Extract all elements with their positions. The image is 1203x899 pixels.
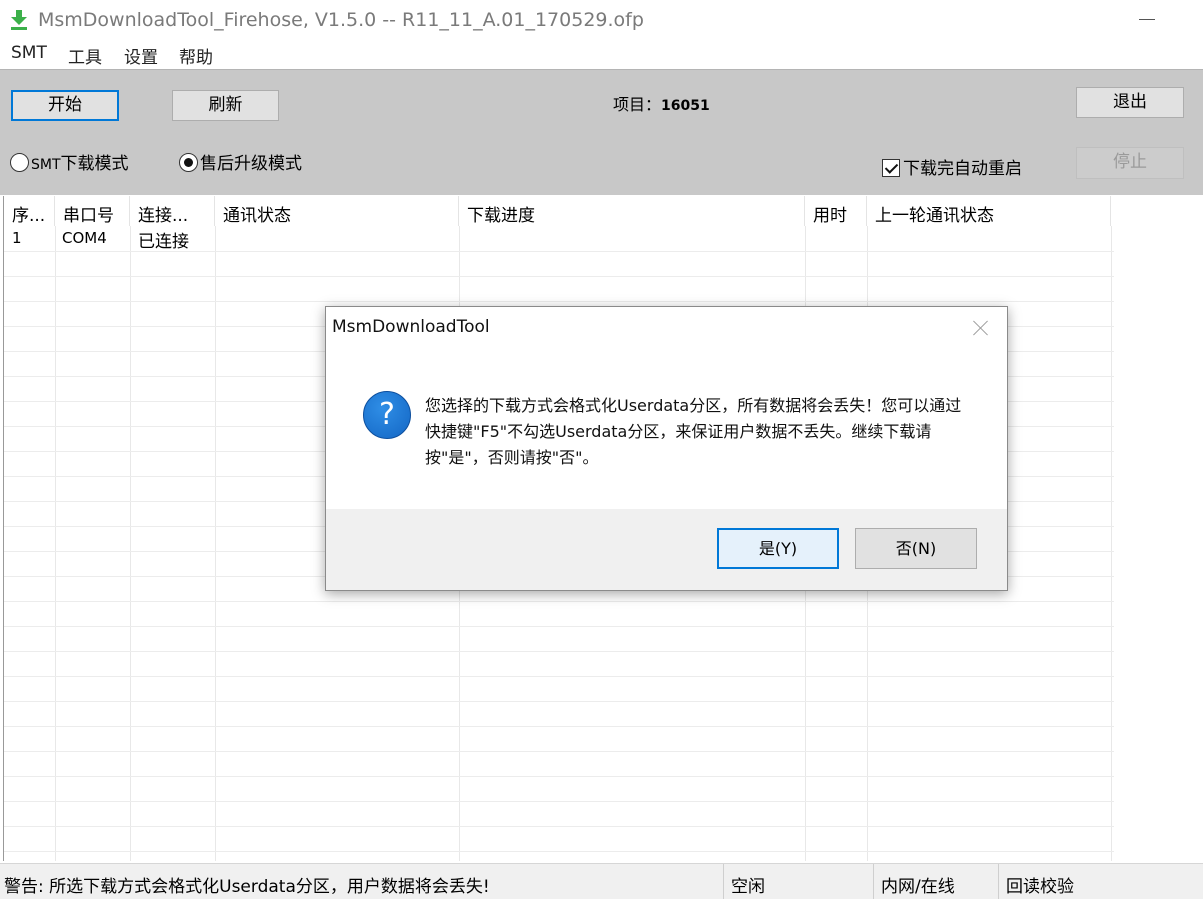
menu-smt[interactable]: SMT (11, 43, 47, 63)
project-info: 项目：16051 (613, 91, 710, 115)
grid-row-line (4, 701, 1114, 702)
status-state: 空闲 (724, 864, 874, 899)
menu-settings[interactable]: 设置 (124, 43, 158, 68)
radio-checked-icon[interactable] (179, 153, 198, 172)
dialog-footer: 是(Y) 否(N) (326, 509, 1007, 590)
grid-row-line (4, 801, 1114, 802)
grid-divider (1111, 226, 1112, 861)
mode-aftersales-label: 售后升级模式 (200, 154, 302, 174)
grid-row-line (4, 676, 1114, 677)
column-header-index[interactable]: 序... (4, 196, 55, 226)
grid-row-line (4, 851, 1114, 852)
title-bar: MsmDownloadTool_Firehose, V1.5.0 -- R11_… (0, 0, 1203, 40)
download-arrow-icon (11, 10, 27, 30)
dialog-title: MsmDownloadTool (332, 317, 490, 337)
grid-divider (55, 226, 56, 861)
column-header-connection[interactable]: 连接... (130, 196, 215, 226)
auto-restart-checkbox[interactable]: 下载完自动重启 (882, 154, 1022, 179)
no-button[interactable]: 否(N) (855, 528, 977, 569)
row-connection: 已连接 (138, 232, 189, 252)
grid-row-line (4, 776, 1114, 777)
auto-restart-label: 下载完自动重启 (903, 159, 1022, 179)
grid-row-line (4, 726, 1114, 727)
question-icon: ? (363, 391, 411, 439)
project-label: 项目： (613, 95, 662, 114)
window-title: MsmDownloadTool_Firehose, V1.5.0 -- R11_… (38, 9, 644, 31)
grid-row-line (4, 276, 1114, 277)
column-header-port[interactable]: 串口号 (55, 196, 130, 226)
stop-button[interactable]: 停止 (1076, 147, 1184, 179)
project-value: 16051 (661, 98, 710, 114)
grid-row-line (4, 301, 1114, 302)
grid-row-line (4, 826, 1114, 827)
status-warning: 警告: 所选下载方式会格式化Userdata分区，用户数据将会丢失! (4, 864, 724, 899)
row-port: COM4 (62, 229, 107, 247)
menu-tools[interactable]: 工具 (68, 43, 102, 68)
refresh-button[interactable]: 刷新 (172, 90, 279, 121)
mode-smt-radio[interactable]: SMT下载模式 (10, 149, 129, 174)
column-header-comm-status[interactable]: 通讯状态 (215, 196, 459, 226)
mode-smt-prefix: SMT (31, 157, 61, 173)
menu-help[interactable]: 帮助 (179, 43, 213, 68)
grid-divider (130, 226, 131, 861)
exit-button[interactable]: 退出 (1076, 87, 1184, 118)
menu-bar: SMT 工具 设置 帮助 (0, 40, 1203, 68)
confirm-dialog: MsmDownloadTool ? 您选择的下载方式会格式化Userdata分区… (325, 306, 1008, 591)
start-button[interactable]: 开始 (11, 90, 119, 121)
column-header-last-status[interactable]: 上一轮通讯状态 (867, 196, 1111, 226)
row-index: 1 (12, 229, 22, 247)
minimize-icon[interactable] (1120, 0, 1180, 40)
mode-aftersales-radio[interactable]: 售后升级模式 (179, 149, 302, 174)
grid-row-line (4, 751, 1114, 752)
dialog-message: 您选择的下载方式会格式化Userdata分区，所有数据将会丢失！您可以通过快捷键… (425, 396, 962, 467)
grid-row-line (4, 651, 1114, 652)
status-verify: 回读校验 (1006, 877, 1074, 897)
grid-divider (215, 226, 216, 861)
checkbox-checked-icon[interactable] (882, 159, 900, 177)
radio-unchecked-icon[interactable] (10, 153, 29, 172)
column-header-time[interactable]: 用时 (805, 196, 867, 226)
column-header-progress[interactable]: 下载进度 (459, 196, 805, 226)
mode-smt-label: 下载模式 (60, 154, 129, 174)
status-bar: 警告: 所选下载方式会格式化Userdata分区，用户数据将会丢失! 空闲 内网… (0, 863, 1203, 899)
control-panel: 开始 刷新 项目：16051 退出 SMT下载模式 售后升级模式 下载完自动重启… (0, 69, 1203, 195)
close-icon[interactable] (970, 317, 992, 339)
grid-header: 序... 串口号 连接... 通讯状态 下载进度 用时 上一轮通讯状态 (4, 196, 1114, 226)
grid-row-line (4, 626, 1114, 627)
grid-row-line (4, 601, 1114, 602)
yes-button[interactable]: 是(Y) (717, 528, 839, 569)
status-network: 内网/在线 (874, 864, 999, 899)
